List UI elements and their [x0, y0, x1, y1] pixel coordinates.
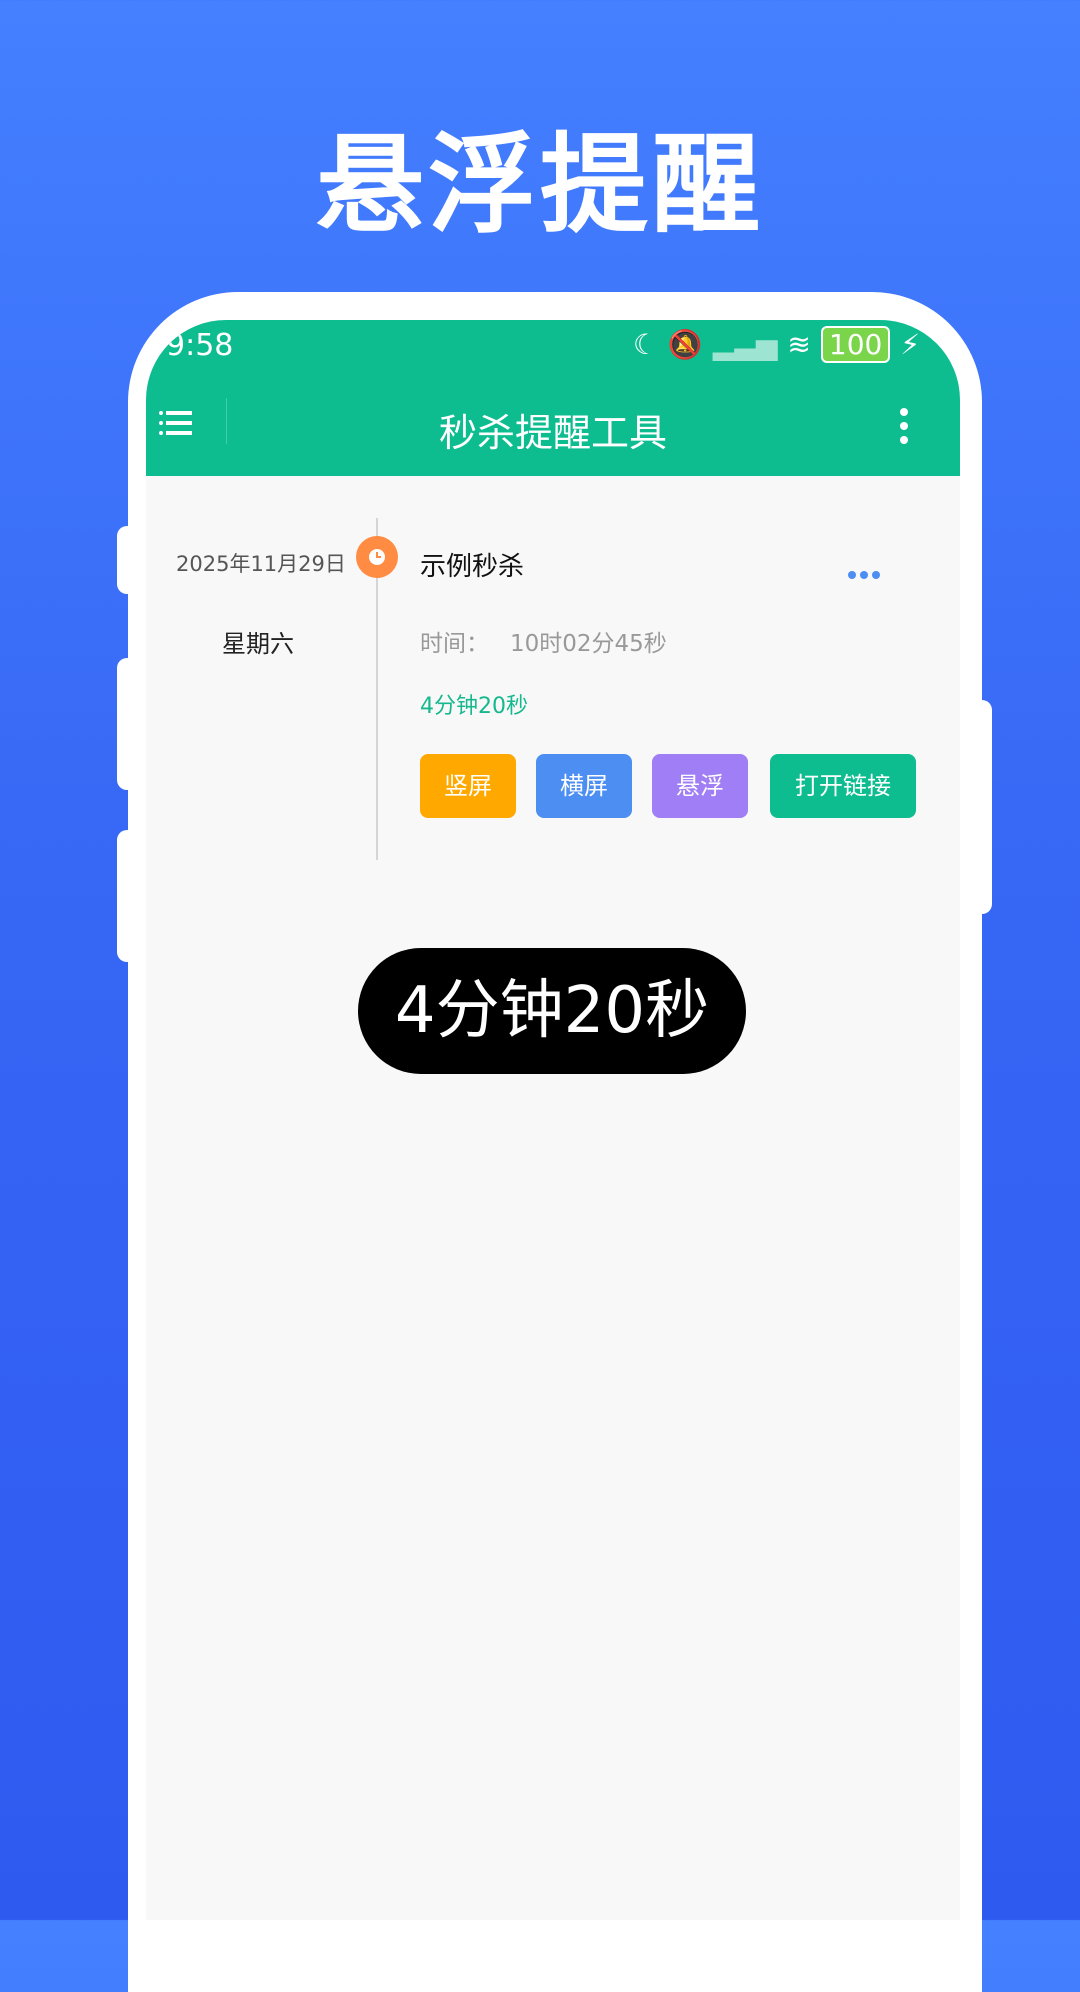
- status-time: 9:58: [166, 328, 234, 363]
- time-value: 10时02分45秒: [510, 631, 667, 657]
- time-label: 时间：: [420, 631, 489, 657]
- reminder-date: 2025年11月29日: [176, 552, 346, 576]
- reminder-title: 示例秒杀: [420, 552, 525, 582]
- status-icons: ☾ 🔕 ▂▃▅ ≋ 100 ⚡: [633, 326, 920, 363]
- vibrate-bell-off-icon: 🔕: [667, 328, 703, 361]
- open-link-button[interactable]: 打开链接: [770, 754, 916, 818]
- moon-icon: ☾: [632, 328, 658, 361]
- floating-countdown-toast: 4分钟20秒: [358, 948, 746, 1074]
- wifi-icon: ≋: [787, 328, 811, 361]
- reminder-weekday: 星期六: [222, 630, 294, 658]
- app-bar: 秒杀提醒工具: [146, 376, 960, 476]
- phone-screen: 9:58 ☾ 🔕 ▂▃▅ ≋ 100 ⚡ 秒杀提醒工具 2025年11月29日: [146, 320, 960, 1920]
- signal-icon: ▂▃▅: [712, 328, 778, 361]
- more-vert-icon[interactable]: [896, 404, 912, 448]
- countdown-text: 4分钟20秒: [420, 694, 528, 719]
- clock-icon: [356, 536, 398, 578]
- charging-bolt-icon: ⚡: [900, 328, 920, 361]
- portrait-button[interactable]: 竖屏: [420, 754, 516, 818]
- float-button[interactable]: 悬浮: [652, 754, 748, 818]
- landscape-button[interactable]: 横屏: [536, 754, 632, 818]
- app-title: 秒杀提醒工具: [438, 411, 667, 455]
- promo-headline: 悬浮提醒: [315, 123, 764, 248]
- reminder-list: 2025年11月29日 星期六 示例秒杀 时间： 10时02分45秒 4分钟20…: [146, 476, 960, 1920]
- status-bar: 9:58 ☾ 🔕 ▂▃▅ ≋ 100 ⚡: [146, 320, 960, 376]
- more-horiz-icon[interactable]: [846, 566, 882, 579]
- battery-icon: 100: [820, 326, 891, 363]
